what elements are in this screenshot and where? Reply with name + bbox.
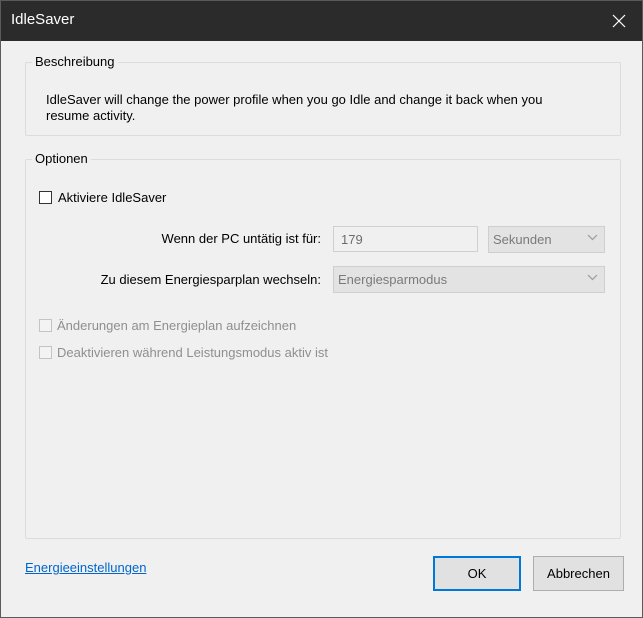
activate-idlesaver-checkbox[interactable] [39, 191, 52, 204]
close-button[interactable] [596, 1, 642, 41]
ok-button[interactable]: OK [433, 556, 521, 591]
record-changes-label[interactable]: Änderungen am Energieplan aufzeichnen [57, 318, 296, 333]
options-legend: Optionen [32, 151, 91, 166]
window-title: IdleSaver [11, 11, 75, 28]
title-bar[interactable]: IdleSaver [1, 1, 642, 41]
idle-time-label: Wenn der PC untätig ist für: [161, 231, 321, 246]
power-settings-link[interactable]: Energieeinstellungen [25, 560, 146, 575]
idle-time-unit-select[interactable]: Sekunden [488, 226, 605, 253]
disable-performance-label[interactable]: Deaktivieren während Leistungsmodus akti… [57, 345, 328, 360]
idlesaver-dialog: IdleSaver Beschreibung IdleSaver will ch… [0, 0, 643, 618]
idle-time-unit-value: Sekunden [493, 232, 552, 247]
idle-time-input[interactable]: 179 [333, 226, 478, 252]
close-icon [612, 14, 626, 28]
power-plan-label: Zu diesem Energiesparplan wechseln: [100, 272, 321, 287]
disable-performance-checkbox[interactable] [39, 346, 52, 359]
record-changes-checkbox[interactable] [39, 319, 52, 332]
power-plan-value: Energiesparmodus [338, 272, 448, 287]
activate-idlesaver-label[interactable]: Aktiviere IdleSaver [58, 190, 166, 205]
chevron-down-icon [587, 274, 598, 281]
description-text: IdleSaver will change the power profile … [46, 92, 543, 123]
power-plan-select[interactable]: Energiesparmodus [333, 266, 605, 293]
description-group: Beschreibung IdleSaver will change the p… [25, 54, 621, 136]
cancel-button[interactable]: Abbrechen [533, 556, 624, 591]
description-legend: Beschreibung [32, 54, 118, 69]
chevron-down-icon [587, 234, 598, 241]
